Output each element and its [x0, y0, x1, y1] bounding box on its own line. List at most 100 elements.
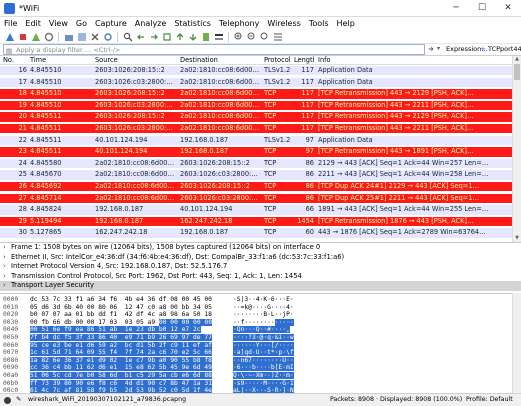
expand-arrow-icon[interactable]: ›	[3, 262, 11, 272]
byte-ascii[interactable]: Q·\·~·Xm··)Z··m·	[233, 372, 294, 380]
detail-frame[interactable]: › Frame 1: 1508 bytes on wire (12064 bits…	[0, 243, 521, 253]
menu-view[interactable]: View	[45, 19, 72, 28]
byte-ascii[interactable]: ·Qn···Q··#····,	[233, 326, 290, 334]
packet-row[interactable]: 26 4.845692 2a02:1810:cc08:6d00… 2603:1026:…	[0, 182, 512, 192]
column-header-source[interactable]: Source	[95, 56, 177, 64]
menu-capture[interactable]: Capture	[91, 19, 131, 28]
byte-ascii[interactable]: ··f·············	[233, 318, 294, 327]
packet-row[interactable]: 21 4.845511 2603:1026:c03:2800:… 2a02:1810:…	[0, 124, 512, 134]
menu-help[interactable]: Help	[333, 19, 359, 28]
column-header-no[interactable]: No.	[3, 56, 27, 64]
packet-row[interactable]: 27 4.845714 2a02:1810:cc08:6d00… 2603:1026:…	[0, 193, 512, 203]
packet-row[interactable]: 17 4.845510 2603:1026:c03:2800:… 2a02:1810:…	[0, 77, 512, 87]
filter-button-tcpport443[interactable]: TCPport443	[488, 44, 521, 55]
packet-row[interactable]: 25 4.845670 2a02:1810:cc08:6d00… 2603:1026:…	[0, 170, 512, 180]
menu-tools[interactable]: Tools	[305, 19, 333, 28]
autoscroll-icon[interactable]	[200, 31, 211, 42]
byte-ascii[interactable]: ··=k@····G····4·	[233, 304, 294, 312]
forward-arrow-icon[interactable]	[148, 31, 159, 42]
byte-hex[interactable]: 00 51 6e f9 ea 86 51 ab 1e 23 db b0 12 e…	[30, 326, 201, 334]
resize-columns-icon[interactable]	[272, 31, 283, 42]
last-packet-icon[interactable]	[187, 31, 198, 42]
shark-fin-icon[interactable]	[4, 31, 15, 42]
open-folder-icon[interactable]	[63, 31, 74, 42]
add-filter-button[interactable]: +	[480, 44, 486, 55]
apply-filter-arrow-icon[interactable]: ➜	[428, 45, 434, 53]
search-icon[interactable]	[122, 31, 133, 42]
byte-ascii[interactable]: ······Y···[/····	[233, 341, 294, 350]
column-header-length[interactable]: Length	[294, 56, 314, 64]
packet-list[interactable]: No. Time Source Destination Protocol Len…	[0, 56, 512, 242]
restart-icon[interactable]	[30, 31, 41, 42]
packet-row[interactable]: 16 4.845510 2603:1026:208:15::2 2a02:1810:c…	[0, 66, 512, 76]
maximize-button[interactable]: ☐	[469, 0, 495, 17]
stop-icon[interactable]	[17, 31, 28, 42]
byte-hex[interactable]: 7f b4 dc f5 3f 33 86 40 e9 71 b9 26 69 9…	[30, 334, 212, 342]
packet-row[interactable]: 23 4.845511 40.101.124.194 192.168.0.187 TCP…	[0, 147, 512, 157]
byte-ascii[interactable]: ··n67········U··	[233, 356, 294, 365]
packet-row[interactable]: 22 4.845511 40.101.124.194 192.168.0.187 TLS…	[0, 135, 512, 145]
zoom-reset-icon[interactable]	[259, 31, 270, 42]
minimize-button[interactable]: ─	[443, 0, 469, 17]
back-arrow-icon[interactable]	[135, 31, 146, 42]
colorize-icon[interactable]	[213, 31, 224, 42]
menu-telephony[interactable]: Telephony	[215, 19, 263, 28]
packet-row[interactable]: 24 4.845580 2a02:1810:cc08:6d00… 2603:1026:…	[0, 158, 512, 169]
byte-hex[interactable]: 1a 82 6e 36 37 e1 d9 02 1e c7 9b a0 90 5…	[30, 356, 212, 365]
byte-hex[interactable]: 95 ce e3 be e1 d6 59 a2 bc d1 5b 2f c9 1…	[30, 341, 212, 350]
expand-arrow-icon[interactable]: ›	[3, 243, 11, 253]
packet-row[interactable]: 18 4.845510 2603:1026:208:15::2 2a02:1810:c…	[0, 89, 512, 99]
packet-row[interactable]: 29 5.119494 192.168.0.187 162.247.242.18 TCP…	[0, 216, 512, 227]
close-button[interactable]: ✕	[495, 0, 521, 17]
column-header-destination[interactable]: Destination	[180, 56, 262, 64]
menu-edit[interactable]: Edit	[21, 19, 45, 28]
scroll-down-icon[interactable]: ▼	[513, 235, 521, 242]
profile-label[interactable]: Profile: Default	[466, 394, 513, 406]
byte-hex[interactable]: 00 fb 66 db 00 00 17 03 03 05 a9 00 00 0…	[30, 318, 212, 327]
zoom-out-icon[interactable]	[246, 31, 257, 42]
packet-row[interactable]: 28 4.845824 192.168.0.187 40.101.124.194 TCP…	[0, 205, 512, 215]
byte-ascii[interactable]: ·s9·····M····G·1	[233, 379, 294, 388]
detail-tcp[interactable]: › Transmission Control Protocol, Src Port…	[0, 272, 521, 282]
menu-analyze[interactable]: Analyze	[131, 19, 171, 28]
detail-ethernet[interactable]: › Ethernet II, Src: IntelCor_e4:36:df (34…	[0, 253, 521, 263]
expand-arrow-icon[interactable]: ›	[3, 272, 11, 282]
display-filter-input[interactable]: ▤ Apply a display filter … <Ctrl-/>	[3, 44, 425, 55]
packet-row[interactable]: 30 5.127865 162.247.242.18 192.168.0.187 TCP…	[0, 228, 512, 238]
byte-hex[interactable]: 1c 61 5d 71 64 09 55 f4 7f 74 2a c6 70 e…	[30, 349, 212, 357]
first-packet-icon[interactable]	[174, 31, 185, 42]
column-header-info[interactable]: Info	[318, 56, 512, 64]
menu-statistics[interactable]: Statistics	[170, 19, 215, 28]
save-icon[interactable]	[76, 31, 87, 42]
reload-icon[interactable]	[102, 31, 113, 42]
packet-bytes-pane[interactable]: 0000 dc 53 7c 33 f1 a6 34 f6 4b e4 36 df …	[0, 293, 512, 395]
byte-hex[interactable]: 05 d6 3d 6b 40 00 80 06 12 47 c0 a8 00 b…	[30, 304, 212, 312]
menu-go[interactable]: Go	[72, 19, 91, 28]
detail-tls[interactable]: › Transport Layer Security	[0, 281, 521, 291]
menu-wireless[interactable]: Wireless	[263, 19, 304, 28]
byte-ascii[interactable]: ·a]qd·U··t*·p·\f	[233, 349, 294, 357]
byte-ascii[interactable]: ····?3·@·q·&i··w	[233, 334, 294, 342]
capture-status-icon[interactable]	[4, 397, 11, 404]
byte-hex[interactable]: cc 36 c4 bb 11 62 d6 e1 15 e8 62 5b 45 9…	[30, 364, 212, 372]
scrollbar-thumb[interactable]	[514, 64, 520, 80]
column-header-time[interactable]: Time	[30, 56, 90, 64]
bookmark-icon[interactable]: ▤	[6, 46, 12, 56]
filter-history-dropdown-icon[interactable]: ▾	[437, 45, 440, 52]
packet-row[interactable]: 19 4.845510 2603:1026:c03:2800:… 2a02:1810:…	[0, 100, 512, 111]
byte-hex[interactable]: 51 06 5c cd 7e b0 58 6d b1 c5 29 5a cb e…	[30, 372, 212, 380]
packet-row[interactable]: 20 4.845511 2603:1026:208:15::2 2a02:1810:c…	[0, 112, 512, 122]
zoom-in-icon[interactable]	[233, 31, 244, 42]
menu-file[interactable]: File	[0, 19, 21, 28]
detail-ipv4[interactable]: › Internet Protocol Version 4, Src: 192.1…	[0, 262, 521, 272]
status-icon[interactable]: ✎	[16, 394, 21, 406]
gear-icon[interactable]	[43, 31, 54, 42]
packet-list-scrollbar[interactable]: ▲ ▼	[512, 56, 521, 242]
bytes-scrollbar[interactable]	[512, 293, 521, 393]
byte-hex[interactable]: ff 73 39 80 90 e6 f8 c6 4d d1 90 c7 8b 4…	[30, 379, 212, 388]
byte-ascii[interactable]: ·S|3··4·K·6···E·	[233, 296, 294, 304]
expand-arrow-icon[interactable]: ›	[3, 281, 11, 291]
close-file-icon[interactable]	[89, 31, 100, 42]
column-header-protocol[interactable]: Protocol	[264, 56, 292, 64]
goto-packet-icon[interactable]	[161, 31, 172, 42]
